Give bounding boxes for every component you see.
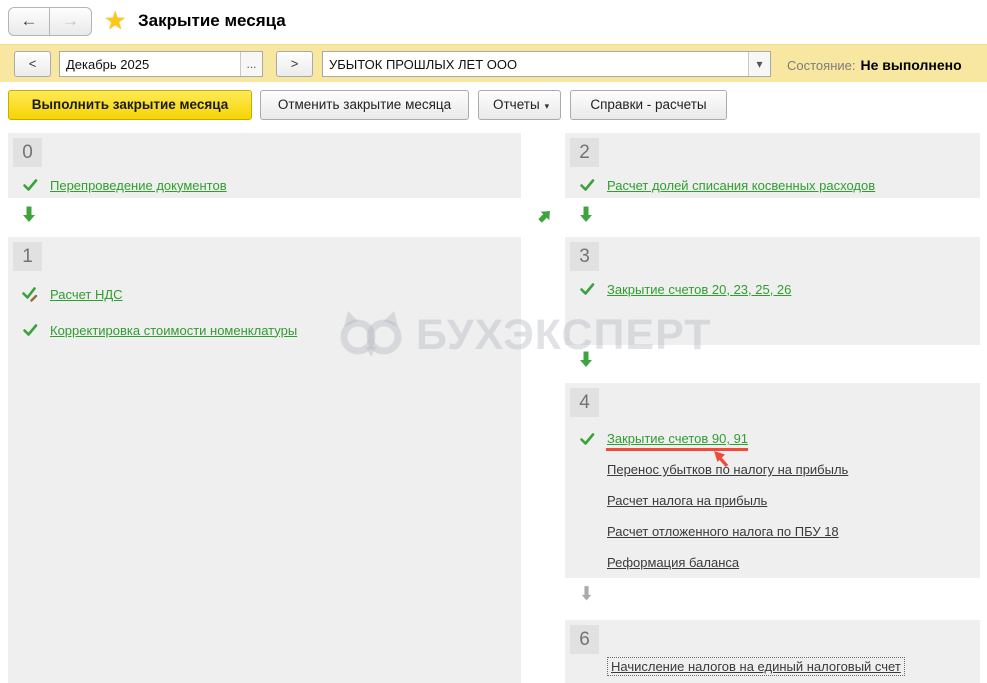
- stage-6-panel: 6 Начисление налогов на единый налоговый…: [565, 620, 980, 683]
- status-area: Состояние: Не выполнено: [787, 57, 962, 73]
- step-link-reposting-documents[interactable]: Перепроведение документов: [50, 178, 227, 193]
- favorite-star-icon[interactable]: ★: [104, 6, 126, 36]
- page-title: Закрытие месяца: [138, 11, 286, 30]
- done-manual-check-icon: [22, 286, 38, 302]
- flow-diagonal-arrow: [537, 208, 553, 227]
- stage-0-number: 0: [13, 138, 42, 167]
- cancel-closing-button[interactable]: Отменить закрытие месяца: [260, 90, 469, 120]
- stage-1-panel: 1 Расчет НДС Корректировка стоимости ном…: [8, 237, 521, 683]
- stage-2-number: 2: [570, 138, 599, 167]
- done-check-icon: [579, 431, 595, 447]
- step-link-vat-calculation[interactable]: Расчет НДС: [50, 287, 123, 302]
- organization-input[interactable]: [323, 52, 748, 76]
- stage-3-number: 3: [570, 242, 599, 271]
- next-period-button[interactable]: >: [276, 51, 313, 77]
- period-input[interactable]: [60, 52, 240, 76]
- stage-2-panel: 2 Расчет долей списания косвенных расход…: [565, 133, 980, 198]
- step-link-unified-tax-account[interactable]: Начисление налогов на единый налоговый с…: [607, 656, 905, 676]
- done-check-icon: [22, 177, 38, 193]
- organization-field: ▾: [322, 51, 771, 77]
- empty-status-cell: [579, 555, 595, 571]
- flow-down-arrow-inactive: [580, 585, 593, 605]
- list-item: Расчет налога на прибыль: [565, 485, 980, 516]
- flow-down-arrow: [22, 206, 36, 226]
- status-value: Не выполнено: [860, 57, 962, 73]
- list-item: Закрытие счетов 90, 91: [565, 423, 980, 468]
- empty-status-cell: [579, 524, 595, 540]
- done-check-icon: [579, 177, 595, 193]
- step-link-close-accounts-20-23-25-26[interactable]: Закрытие счетов 20, 23, 25, 26: [607, 282, 791, 297]
- empty-status-cell: [579, 493, 595, 509]
- step-link-income-tax-calculation[interactable]: Расчет налога на прибыль: [607, 493, 767, 508]
- list-item: Корректировка стоимости номенклатуры: [8, 312, 521, 348]
- step-link-indirect-costs-share[interactable]: Расчет долей списания косвенных расходов: [607, 178, 875, 193]
- stage-3-panel: 3 Закрытие счетов 20, 23, 25, 26: [565, 237, 980, 345]
- references-calculations-button[interactable]: Справки - расчеты: [570, 90, 727, 120]
- stage-4-number: 4: [570, 388, 599, 417]
- history-nav: ← →: [8, 7, 92, 36]
- list-item: Перенос убытков по налогу на прибыль: [565, 454, 980, 485]
- annotated-step: Закрытие счетов 90, 91: [606, 431, 749, 468]
- list-item: Начисление налогов на единый налоговый с…: [565, 653, 980, 679]
- step-link-close-accounts-90-91[interactable]: Закрытие счетов 90, 91: [607, 431, 748, 446]
- step-link-item-cost-adjustment[interactable]: Корректировка стоимости номенклатуры: [50, 323, 297, 338]
- done-check-icon: [579, 281, 595, 297]
- stage-4-panel: 4 Закрытие счетов 90, 91 Перенос убытков…: [565, 383, 980, 578]
- list-item: Закрытие счетов 20, 23, 25, 26: [565, 276, 980, 302]
- forward-button[interactable]: →: [50, 7, 92, 36]
- flow-down-arrow: [579, 206, 593, 226]
- reports-menu-button[interactable]: Отчеты ▾: [478, 90, 561, 120]
- empty-status-cell: [579, 462, 595, 478]
- stage-6-number: 6: [570, 625, 599, 654]
- organization-dropdown-button[interactable]: ▾: [748, 52, 770, 76]
- status-label: Состояние:: [787, 58, 856, 73]
- period-picker-button[interactable]: ...: [240, 52, 262, 76]
- done-check-icon: [22, 322, 38, 338]
- previous-period-button[interactable]: <: [14, 51, 51, 77]
- list-item: Расчет отложенного налога по ПБУ 18: [565, 516, 980, 547]
- list-item: Перепроведение документов: [8, 172, 521, 198]
- back-button[interactable]: ←: [8, 7, 50, 36]
- list-item: Расчет долей списания косвенных расходов: [565, 172, 980, 198]
- window-header: ← → ★ Закрытие месяца: [0, 0, 987, 44]
- step-link-deferred-tax-pbu18[interactable]: Расчет отложенного налога по ПБУ 18: [607, 524, 839, 539]
- empty-status-cell: [579, 658, 595, 674]
- annotation-red-arrow-icon: [713, 451, 730, 471]
- flow-down-arrow: [579, 351, 593, 371]
- reports-menu-label: Отчеты: [493, 97, 540, 112]
- list-item: Реформация баланса: [565, 547, 980, 578]
- perform-closing-button[interactable]: Выполнить закрытие месяца: [8, 90, 252, 120]
- step-link-balance-reformation[interactable]: Реформация баланса: [607, 555, 739, 570]
- actions-bar: Выполнить закрытие месяца Отменить закры…: [0, 82, 987, 124]
- stage-1-number: 1: [13, 242, 42, 271]
- period-field: ...: [59, 51, 263, 77]
- period-toolbar: < ... > ▾ Состояние: Не выполнено: [0, 44, 987, 82]
- chevron-down-icon: ▾: [544, 101, 550, 111]
- stage-0-panel: 0 Перепроведение документов: [8, 133, 521, 198]
- list-item: Расчет НДС: [8, 276, 521, 312]
